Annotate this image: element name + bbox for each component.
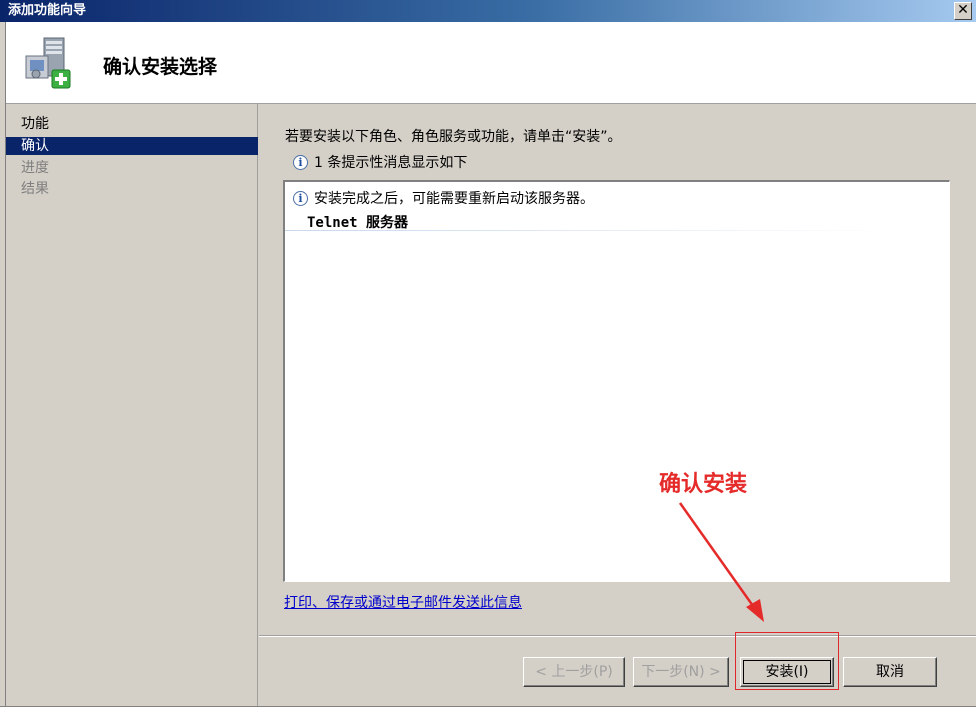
window-title: 添加功能向导 bbox=[8, 3, 87, 18]
step-results: 结果 bbox=[21, 181, 49, 197]
step-progress: 进度 bbox=[21, 160, 49, 176]
wizard-steps-sidebar: 功能 确认 进度 结果 bbox=[6, 104, 258, 706]
server-add-icon bbox=[25, 37, 71, 89]
close-icon: ✕ bbox=[957, 2, 969, 18]
annotation-arrow-icon bbox=[678, 502, 764, 622]
back-button: < 上一步(P) bbox=[523, 657, 625, 687]
restart-message-text: 安装完成之后，可能需要重新启动该服务器。 bbox=[314, 191, 594, 207]
close-button[interactable]: ✕ bbox=[954, 2, 972, 20]
annotation-label: 确认安装 bbox=[659, 472, 748, 497]
step-features[interactable]: 功能 bbox=[6, 115, 258, 133]
restart-message: i 安装完成之后，可能需要重新启动该服务器。 bbox=[293, 188, 594, 208]
wizard-content: 若要安装以下角色、角色服务或功能，请单击“安装”。 i 1 条提示性消息显示如下… bbox=[259, 104, 976, 706]
bottom-bar bbox=[0, 706, 976, 720]
install-button[interactable]: 安装(I) bbox=[740, 657, 834, 687]
confirmation-list[interactable]: i 安装完成之后，可能需要重新启动该服务器。 Telnet 服务器 bbox=[283, 180, 950, 582]
window-titlebar[interactable]: 添加功能向导 ✕ bbox=[0, 0, 976, 22]
cancel-button[interactable]: 取消 bbox=[843, 657, 937, 687]
info-summary: i 1 条提示性消息显示如下 bbox=[293, 152, 467, 172]
info-icon: i bbox=[293, 154, 308, 170]
list-divider bbox=[285, 230, 895, 231]
step-confirm[interactable]: 确认 bbox=[6, 137, 258, 155]
intro-text: 若要安装以下角色、角色服务或功能，请单击“安装”。 bbox=[285, 129, 622, 145]
info-icon: i bbox=[293, 190, 308, 206]
feature-name: Telnet 服务器 bbox=[307, 215, 409, 231]
print-save-email-link[interactable]: 打印、保存或通过电子邮件发送此信息 bbox=[284, 592, 522, 612]
page-title: 确认安装选择 bbox=[103, 56, 218, 78]
next-button: 下一步(N) > bbox=[633, 657, 729, 687]
wizard-header: 确认安装选择 bbox=[6, 22, 976, 104]
footer-divider bbox=[259, 635, 976, 637]
info-summary-text: 1 条提示性消息显示如下 bbox=[314, 155, 468, 171]
